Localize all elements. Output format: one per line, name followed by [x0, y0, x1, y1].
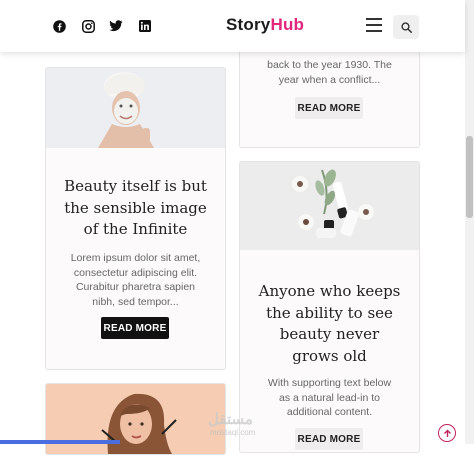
menu-icon[interactable]: [366, 18, 382, 32]
top-navbar: StoryHub: [0, 0, 465, 52]
card-image-woman-face-mask[interactable]: [46, 68, 225, 148]
title-line: grows old: [292, 346, 367, 365]
bottom-progress-strip: [0, 440, 120, 444]
scrollbar-track[interactable]: [465, 0, 474, 444]
linkedin-icon[interactable]: [136, 17, 154, 35]
read-more-button[interactable]: READ MORE: [295, 428, 363, 450]
excerpt-line: consectetur adipiscing elit.: [73, 266, 198, 279]
title-line: the sensible image: [64, 198, 207, 217]
card-title[interactable]: Anyone who keeps the ability to see beau…: [240, 281, 419, 367]
excerpt-line: With supporting text below: [267, 377, 392, 389]
excerpt-line: as a natural lead-in to: [279, 391, 380, 404]
card-title[interactable]: Beauty itself is but the sensible image …: [46, 176, 225, 241]
excerpt-line: additional content.: [286, 406, 373, 418]
instagram-icon[interactable]: [79, 17, 97, 35]
excerpt-line: Curabitur pharetra sapien: [75, 281, 196, 293]
watermark-logo: مستقل: [208, 411, 253, 428]
back-to-top-button[interactable]: [438, 424, 456, 442]
title-line: of the Infinite: [83, 220, 188, 238]
facebook-icon[interactable]: [50, 17, 68, 35]
search-button[interactable]: [393, 15, 419, 39]
excerpt-line: Lorem ipsum dolor sit amet,: [70, 252, 201, 264]
card-excerpt: back to the year 1930. The year when a c…: [240, 58, 419, 87]
article-card-beauty-infinite: Beauty itself is but the sensible image …: [45, 67, 226, 370]
card-image-cosmetics[interactable]: [240, 162, 419, 250]
arrow-up-icon: [443, 429, 451, 437]
title-line: Anyone who keeps: [258, 282, 401, 300]
title-line: beauty never: [279, 325, 380, 343]
brand-accent: Hub: [270, 15, 305, 34]
scrollbar-thumb[interactable]: [466, 136, 473, 218]
read-more-button[interactable]: READ MORE: [101, 317, 169, 339]
brand-main: Story: [226, 15, 271, 34]
excerpt-line: nibh, sed tempor...: [92, 295, 179, 308]
read-more-button[interactable]: READ MORE: [295, 97, 363, 119]
title-line: Beauty itself is but: [64, 177, 207, 195]
article-card-grows-old: Anyone who keeps the ability to see beau…: [239, 161, 420, 453]
title-line: the ability to see: [266, 303, 393, 322]
search-icon: [400, 21, 412, 33]
site-logo[interactable]: StoryHub: [226, 15, 304, 35]
twitter-icon[interactable]: [107, 17, 125, 35]
article-card-portrait: [45, 383, 226, 455]
watermark-url: mostaql.com: [210, 428, 256, 437]
card-excerpt: With supporting text below as a natural …: [240, 376, 419, 420]
excerpt-line: year when a conflict...: [278, 73, 381, 86]
excerpt-line: back to the year 1930. The: [267, 59, 392, 71]
card-excerpt: Lorem ipsum dolor sit amet, consectetur …: [46, 251, 225, 309]
